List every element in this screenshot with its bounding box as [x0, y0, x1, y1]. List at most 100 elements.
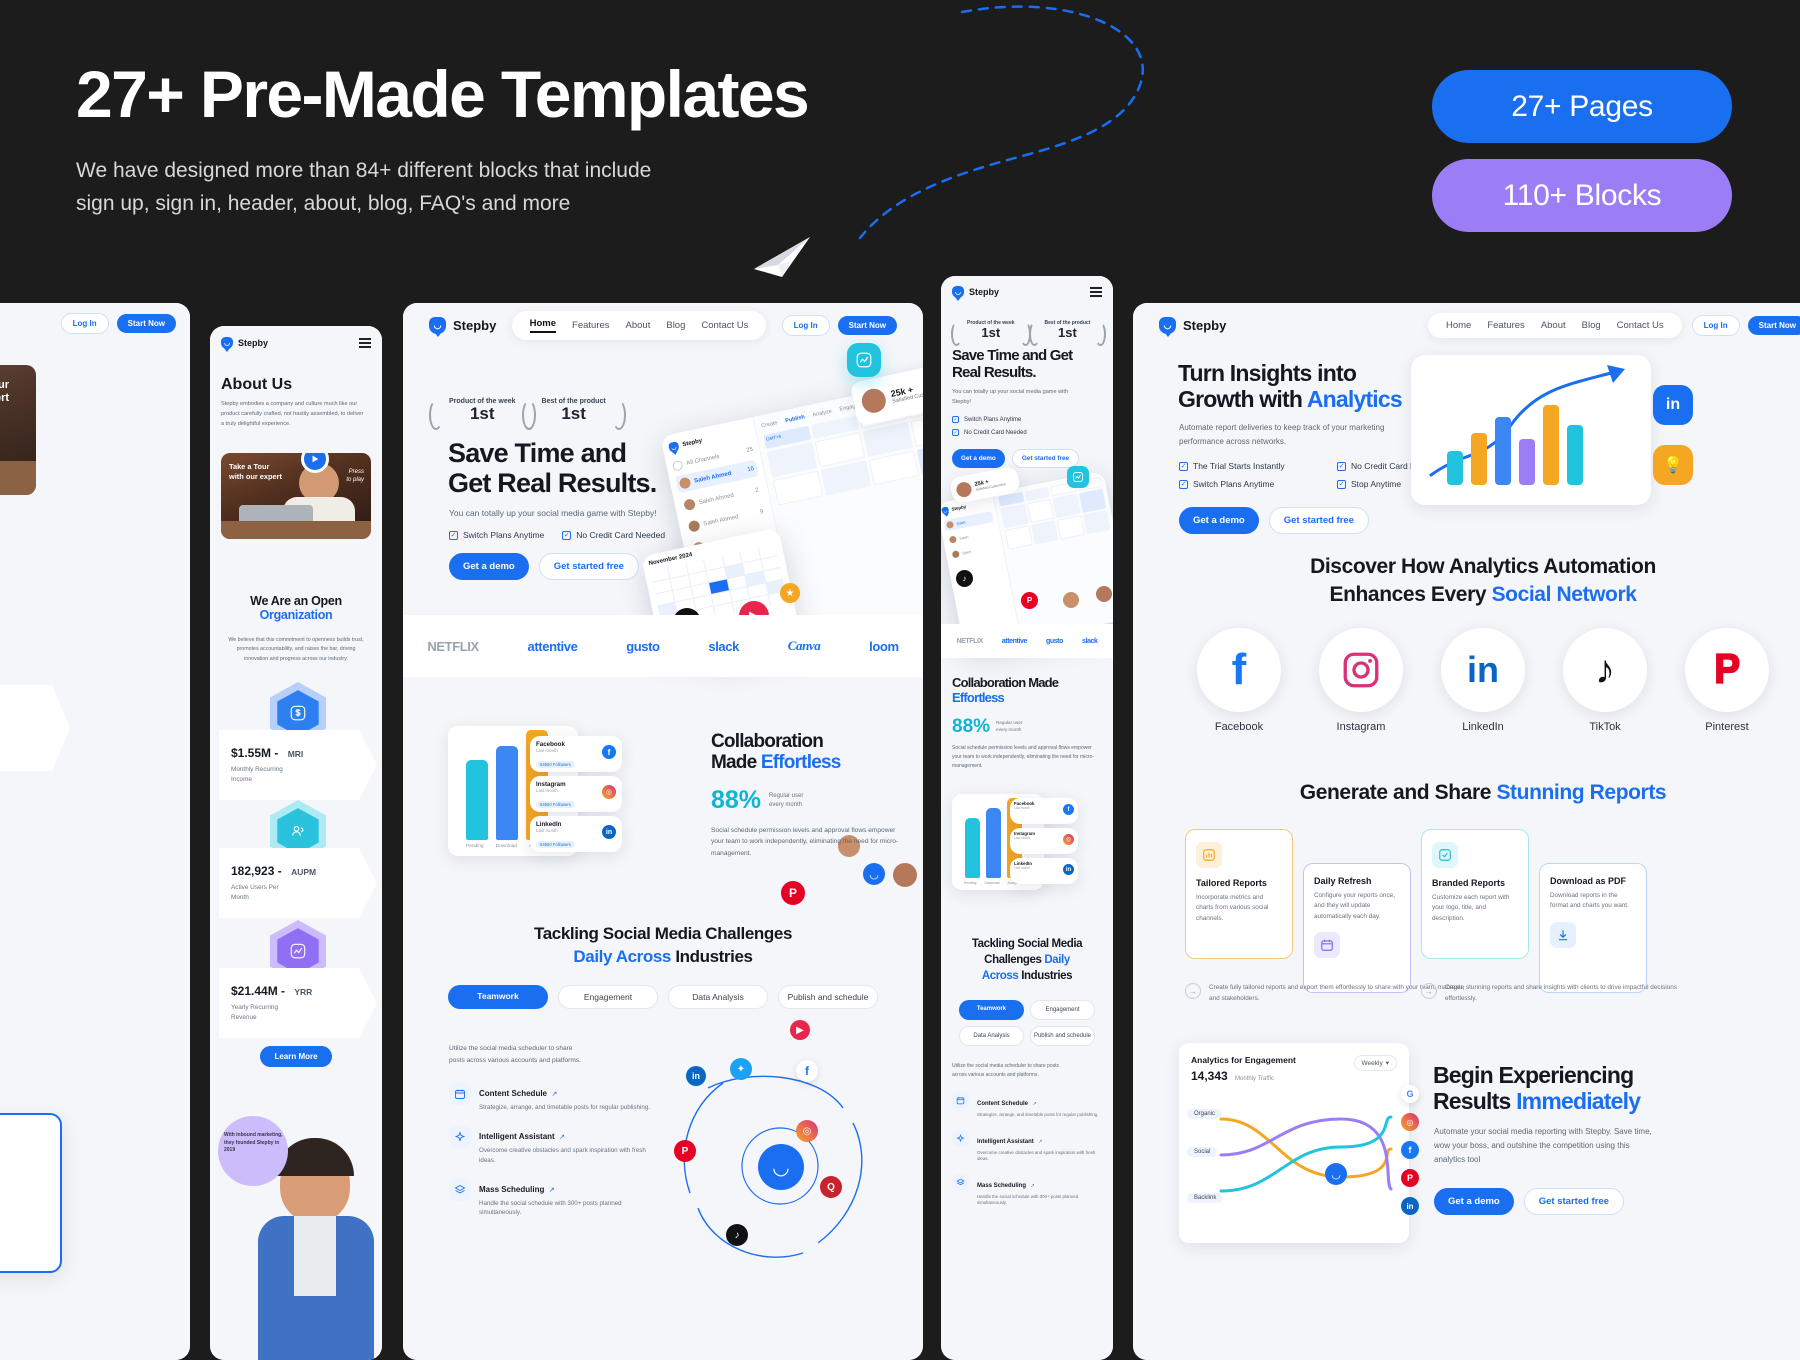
arrow-icon: →	[1185, 983, 1201, 999]
badge-pages[interactable]: 27+ Pages	[1432, 70, 1732, 143]
nav-item-contact-us[interactable]: Contact Us	[701, 320, 748, 331]
nav-item-home[interactable]: Home	[529, 318, 557, 333]
layers-icon	[449, 1178, 471, 1201]
network-instagram[interactable]: Instagram	[1319, 628, 1403, 733]
get-a-demo-button[interactable]: Get a demo	[1179, 507, 1259, 534]
logo-attentive: attentive	[1001, 637, 1028, 645]
stepby-logo-icon: ◡	[1159, 316, 1176, 334]
report-card-daily-refresh[interactable]: Daily Refresh Configure your reports onc…	[1303, 863, 1411, 993]
badge-blocks[interactable]: 110+ Blocks	[1432, 159, 1732, 232]
award-best-of-product: Best of the product 1st	[521, 398, 626, 430]
get-a-demo-button[interactable]: Get a demo	[449, 553, 529, 580]
instagram-icon: ◎	[1401, 1113, 1419, 1131]
get-a-demo-button[interactable]: Get a demo	[952, 449, 1005, 468]
facebook-icon: f	[1401, 1141, 1419, 1159]
mobile-hero-actions: Get a demo Get started free	[952, 449, 1080, 468]
start-now-button[interactable]: Start Now	[837, 315, 897, 335]
humble-action-card[interactable]: Be a Humble Action Taker	[0, 1113, 62, 1273]
analytics-actions: Get a demo Get started free	[1179, 507, 1369, 534]
mobile-challenges-tabs[interactable]: Teamwork Engagement Data Analysis Publis…	[959, 1000, 1095, 1046]
get-started-free-button[interactable]: Get started free	[1011, 449, 1080, 468]
tour-video[interactable]: Take a Tour with our expert Press to pla…	[221, 453, 371, 539]
report-card-tailored[interactable]: Tailored Reports Incorporate metrics and…	[1185, 829, 1293, 959]
nav-item-about[interactable]: About	[626, 320, 651, 331]
analytics-hero-chart	[1411, 355, 1651, 505]
engagement-analytics-card[interactable]: Analytics for Engagement 14,343 Monthly …	[1179, 1043, 1419, 1243]
logo-gusto: gusto	[626, 638, 660, 654]
login-button[interactable]: Log In	[1691, 314, 1740, 336]
logo-canva: Canva	[787, 638, 821, 653]
mockup-home-mobile[interactable]: ◡ Stepby Product of the week 1st Best of…	[941, 276, 1113, 1360]
nav-item-about[interactable]: About	[1541, 320, 1566, 331]
network-hub-graphic: ◡ in ✦ f ▶ ◎ P Q ♪	[668, 1020, 893, 1278]
check-switch-plans: ✓ Switch Plans Anytime	[449, 530, 545, 540]
stepby-logo-icon: ◡	[221, 337, 233, 349]
start-now-button[interactable]: Start Now	[1747, 315, 1800, 335]
paper-plane-icon	[754, 237, 810, 277]
main-nav[interactable]: Home Features About Blog Contact Us	[511, 310, 767, 340]
tab-data-analysis[interactable]: Data Analysis	[668, 985, 768, 1009]
hamburger-icon[interactable]	[359, 338, 371, 348]
tab-teamwork[interactable]: Teamwork	[448, 985, 548, 1009]
mockup-left-about[interactable]: ◡ Stepby Log In Start Now our expert iza…	[0, 303, 190, 1360]
tab-publish-and-schedule[interactable]: Publish and schedule	[778, 985, 878, 1009]
brand-name: Stepby	[1183, 317, 1227, 333]
avatar	[1063, 592, 1079, 608]
tab-teamwork[interactable]: Teamwork	[959, 1000, 1024, 1020]
mockup-home-desktop[interactable]: ◡ Stepby Home Features About Blog Contac…	[403, 303, 923, 1360]
calendar-icon	[952, 1092, 969, 1109]
login-button[interactable]: Log In	[781, 314, 830, 336]
start-now-button[interactable]: Start Now	[116, 313, 176, 333]
tab-publish-and-schedule[interactable]: Publish and schedule	[1030, 1026, 1095, 1046]
cta-get-started-free-button[interactable]: Get started free	[1523, 1188, 1624, 1215]
challenges-tabs[interactable]: Teamwork Engagement Data Analysis Publis…	[448, 985, 878, 1009]
linkedin-icon: in	[1653, 385, 1693, 425]
logo-loom: loom	[869, 638, 899, 654]
nav-item-home[interactable]: Home	[1446, 320, 1471, 331]
hero-mock-title: Save Time and Get Real Results.	[448, 438, 657, 499]
cta-get-a-demo-button[interactable]: Get a demo	[1434, 1188, 1514, 1215]
nav-item-features[interactable]: Features	[572, 320, 610, 331]
main-nav[interactable]: Home Features About Blog Contact Us	[1427, 312, 1682, 338]
stat-desc: Yearly Recurring Revenue	[0, 727, 70, 750]
nav-item-blog[interactable]: Blog	[1582, 320, 1601, 331]
hamburger-icon[interactable]	[1090, 287, 1102, 297]
feature-content-schedule[interactable]: Content Schedule ↗ Strategize, arrange, …	[449, 1083, 654, 1112]
login-button[interactable]: Log In	[60, 312, 109, 334]
mockup-analytics-desktop[interactable]: ◡ Stepby Home Features About Blog Contac…	[1133, 303, 1800, 1360]
quora-icon: Q	[820, 1176, 842, 1198]
feature-intelligent-assistant[interactable]: Intelligent Assistant ↗ Overcome creativ…	[449, 1126, 654, 1165]
network-pinterest[interactable]: 𝐏 Pinterest	[1685, 628, 1769, 733]
logo-attentive: attentive	[527, 638, 578, 654]
tab-data-analysis[interactable]: Data Analysis	[959, 1026, 1024, 1046]
report-card-branded[interactable]: Branded Reports Customize each report wi…	[1421, 829, 1529, 959]
get-started-free-button[interactable]: Get started free	[538, 553, 639, 580]
feature-content-schedule[interactable]: Content Schedule ↗ Strategize, arrange, …	[952, 1092, 1102, 1119]
network-facebook[interactable]: f Facebook	[1197, 628, 1281, 733]
logo-gusto: gusto	[1045, 637, 1063, 645]
feature-mass-scheduling[interactable]: Mass Scheduling ↗ Handle the social sche…	[449, 1178, 654, 1218]
mobile-challenges-title: Tackling Social Media Challenges Daily A…	[971, 938, 1083, 983]
tab-engagement[interactable]: Engagement	[1030, 1000, 1095, 1020]
get-started-free-button[interactable]: Get started free	[1268, 507, 1369, 534]
nav-item-contact-us[interactable]: Contact Us	[1617, 320, 1664, 331]
network-tiktok[interactable]: ♪ TikTok	[1563, 628, 1647, 733]
open-org-body: We believe that this commitment to openn…	[228, 637, 364, 662]
network-linkedin[interactable]: in LinkedIn	[1441, 628, 1525, 733]
facebook-icon: f	[602, 745, 616, 759]
feature-intelligent-assistant[interactable]: Intelligent Assistant ↗ Overcome creativ…	[952, 1129, 1102, 1163]
nav-item-features[interactable]: Features	[1487, 320, 1525, 331]
tab-engagement[interactable]: Engagement	[558, 985, 658, 1009]
stat-card-yrr: $21.44M - YRR Yearly Recurring Revenue	[219, 968, 377, 1038]
award-product-of-week: Product of the week 1st	[951, 320, 1031, 346]
learn-more-button[interactable]: Learn More	[260, 1046, 332, 1067]
report-card-download-pdf[interactable]: Download as PDF Download reports in the …	[1539, 863, 1647, 993]
sparkle-icon	[449, 1126, 471, 1149]
logo-slack: slack	[708, 638, 739, 654]
period-select[interactable]: Weekly ▾	[1353, 1055, 1397, 1071]
google-icon: G	[1401, 1085, 1419, 1103]
mockup-about-mobile[interactable]: ◡ Stepby About Us Stepby embodies a comp…	[210, 326, 382, 1360]
feature-mass-scheduling[interactable]: Mass Scheduling ↗ Handle the social sche…	[952, 1173, 1102, 1207]
nav-item-blog[interactable]: Blog	[666, 320, 685, 331]
logo-netflix: NETFLIX	[427, 638, 479, 654]
